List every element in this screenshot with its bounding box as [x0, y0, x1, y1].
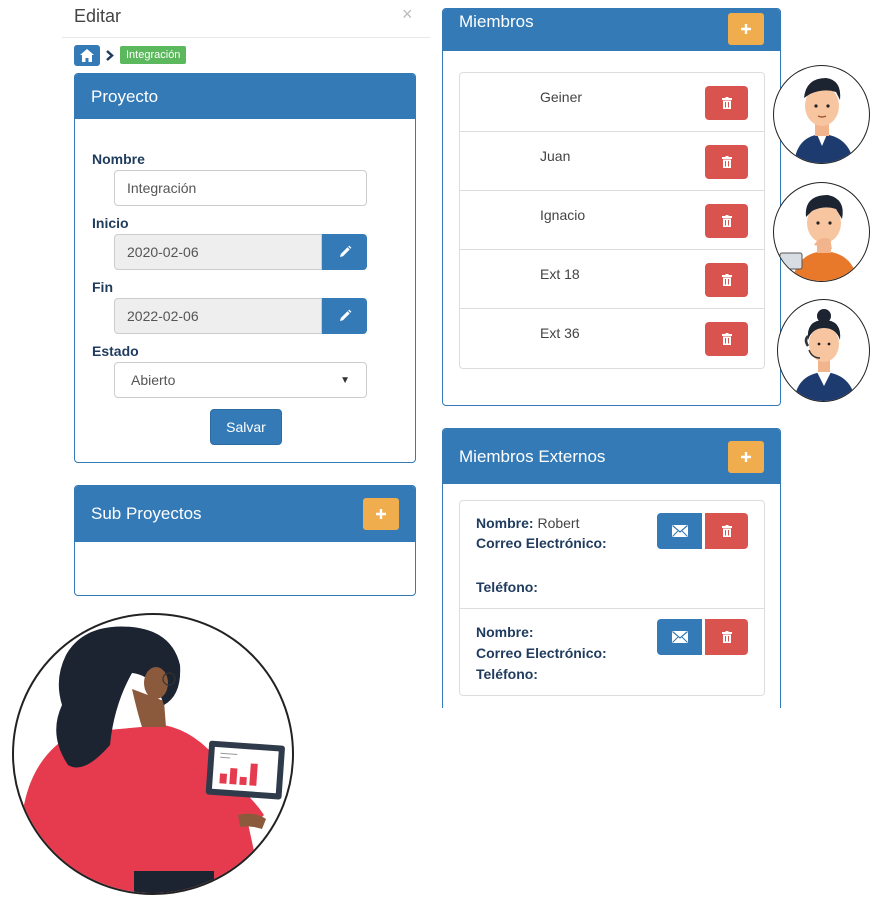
proyecto-panel-header: Proyecto — [75, 74, 415, 119]
delete-external-member-button[interactable] — [705, 513, 748, 549]
delete-member-button[interactable] — [705, 204, 748, 238]
trash-icon — [721, 525, 732, 537]
delete-external-member-button[interactable] — [705, 619, 748, 655]
miembros-title: Miembros — [459, 12, 534, 31]
list-item: Ignacio — [460, 191, 764, 250]
telefono-label: Teléfono: — [476, 579, 538, 595]
miembros-externos-title: Miembros Externos — [459, 446, 606, 466]
add-miembro-button[interactable] — [728, 13, 764, 45]
member-name: Ext 18 — [540, 266, 580, 282]
woman-with-laptop-illustration — [12, 613, 294, 895]
external-member-list: Nombre: Robert Correo Electrónico: Teléf… — [459, 500, 765, 696]
estado-select-value: Abierto — [131, 372, 176, 388]
thinking-man-illustration — [779, 195, 858, 281]
trash-icon — [721, 274, 732, 286]
plus-icon — [741, 451, 751, 462]
ext-nombre-value: Robert — [537, 515, 580, 531]
trash-icon — [721, 156, 732, 168]
list-item: Ext 18 — [460, 250, 764, 309]
fin-input-value: 2022-02-06 — [127, 308, 199, 324]
plus-icon — [741, 24, 751, 34]
chevron-right-icon — [106, 49, 114, 61]
miembros-panel: Miembros Geiner Juan Ignacio Ext 18 Ext … — [442, 8, 781, 406]
nombre-label: Nombre — [92, 151, 145, 167]
caret-down-icon: ▼ — [340, 374, 350, 386]
list-item: Nombre: Correo Electrónico: Teléfono: — [460, 609, 764, 697]
delete-member-button[interactable] — [705, 145, 748, 179]
list-item: Juan — [460, 132, 764, 191]
modal-title: Editar — [74, 6, 122, 26]
delete-member-button[interactable] — [705, 322, 748, 356]
close-button[interactable]: × — [402, 4, 413, 25]
member-name: Ext 36 — [540, 325, 580, 341]
avatar — [773, 65, 870, 164]
inicio-input[interactable]: 2020-02-06 — [114, 234, 322, 270]
pencil-icon — [339, 309, 351, 321]
breadcrumb: Integración — [74, 44, 187, 66]
fin-label: Fin — [92, 279, 113, 295]
ext-telefono-line: Teléfono: — [476, 579, 538, 595]
trash-icon — [721, 631, 732, 643]
list-item: Ext 36 — [460, 309, 764, 368]
edit-fin-button[interactable] — [322, 298, 367, 334]
ext-nombre-line: Nombre: Robert — [476, 515, 579, 531]
telefono-label: Teléfono: — [476, 666, 538, 682]
modal-divider — [62, 37, 430, 38]
sub-proyectos-header: Sub Proyectos — [75, 486, 415, 542]
support-woman-illustration — [794, 309, 856, 401]
home-button[interactable] — [74, 44, 100, 66]
member-name: Juan — [540, 148, 571, 164]
trash-icon — [721, 333, 732, 345]
email-button[interactable] — [657, 619, 702, 655]
member-list: Geiner Juan Ignacio Ext 18 Ext 36 — [459, 72, 765, 369]
ext-correo-line: Correo Electrónico: — [476, 645, 607, 661]
pencil-icon — [339, 245, 351, 257]
sub-proyectos-title: Sub Proyectos — [91, 504, 202, 523]
miembros-externos-header: Miembros Externos — [443, 429, 780, 484]
estado-label: Estado — [92, 343, 139, 359]
avatar — [777, 299, 870, 402]
member-name: Ignacio — [540, 207, 586, 223]
save-button[interactable]: Salvar — [210, 409, 282, 445]
home-icon — [80, 48, 94, 62]
miembros-externos-panel: Miembros Externos Nombre: Robert Correo … — [442, 428, 781, 708]
estado-select[interactable]: Abierto ▼ — [114, 362, 367, 398]
proyecto-panel: Proyecto Nombre Integración Inicio 2020-… — [74, 73, 416, 463]
plus-icon — [376, 509, 386, 519]
trash-icon — [721, 215, 732, 227]
inicio-label: Inicio — [92, 215, 129, 231]
list-item: Geiner — [460, 73, 764, 132]
ext-telefono-line: Teléfono: — [476, 666, 538, 682]
proyecto-panel-title: Proyecto — [91, 86, 159, 106]
inicio-input-value: 2020-02-06 — [127, 244, 199, 260]
woman-laptop-chart-icon — [24, 626, 285, 893]
nombre-label: Nombre: — [476, 624, 534, 640]
sub-proyectos-panel: Sub Proyectos — [74, 485, 416, 596]
nombre-label: Nombre: — [476, 515, 534, 531]
avatar — [773, 182, 870, 282]
delete-member-button[interactable] — [705, 263, 748, 297]
trash-icon — [721, 97, 732, 109]
add-miembro-externo-button[interactable] — [728, 440, 764, 473]
envelope-icon — [671, 631, 688, 643]
ext-nombre-line: Nombre: — [476, 624, 534, 640]
edit-inicio-button[interactable] — [322, 234, 367, 270]
nombre-input-value: Integración — [127, 180, 197, 196]
fin-input[interactable]: 2022-02-06 — [114, 298, 322, 334]
list-item: Nombre: Robert Correo Electrónico: Teléf… — [460, 501, 764, 609]
ext-correo-line: Correo Electrónico: — [476, 535, 607, 551]
add-subproyecto-button[interactable] — [363, 498, 399, 530]
nombre-input[interactable]: Integración — [114, 170, 367, 206]
delete-member-button[interactable] — [705, 86, 748, 120]
man-avatar-illustration — [794, 78, 854, 163]
correo-label: Correo Electrónico: — [476, 645, 607, 661]
member-name: Geiner — [540, 89, 583, 105]
miembros-header: Miembros — [443, 9, 780, 51]
envelope-icon — [671, 525, 688, 537]
correo-label: Correo Electrónico: — [476, 535, 607, 551]
breadcrumb-current[interactable]: Integración — [120, 46, 187, 64]
email-button[interactable] — [657, 513, 702, 549]
